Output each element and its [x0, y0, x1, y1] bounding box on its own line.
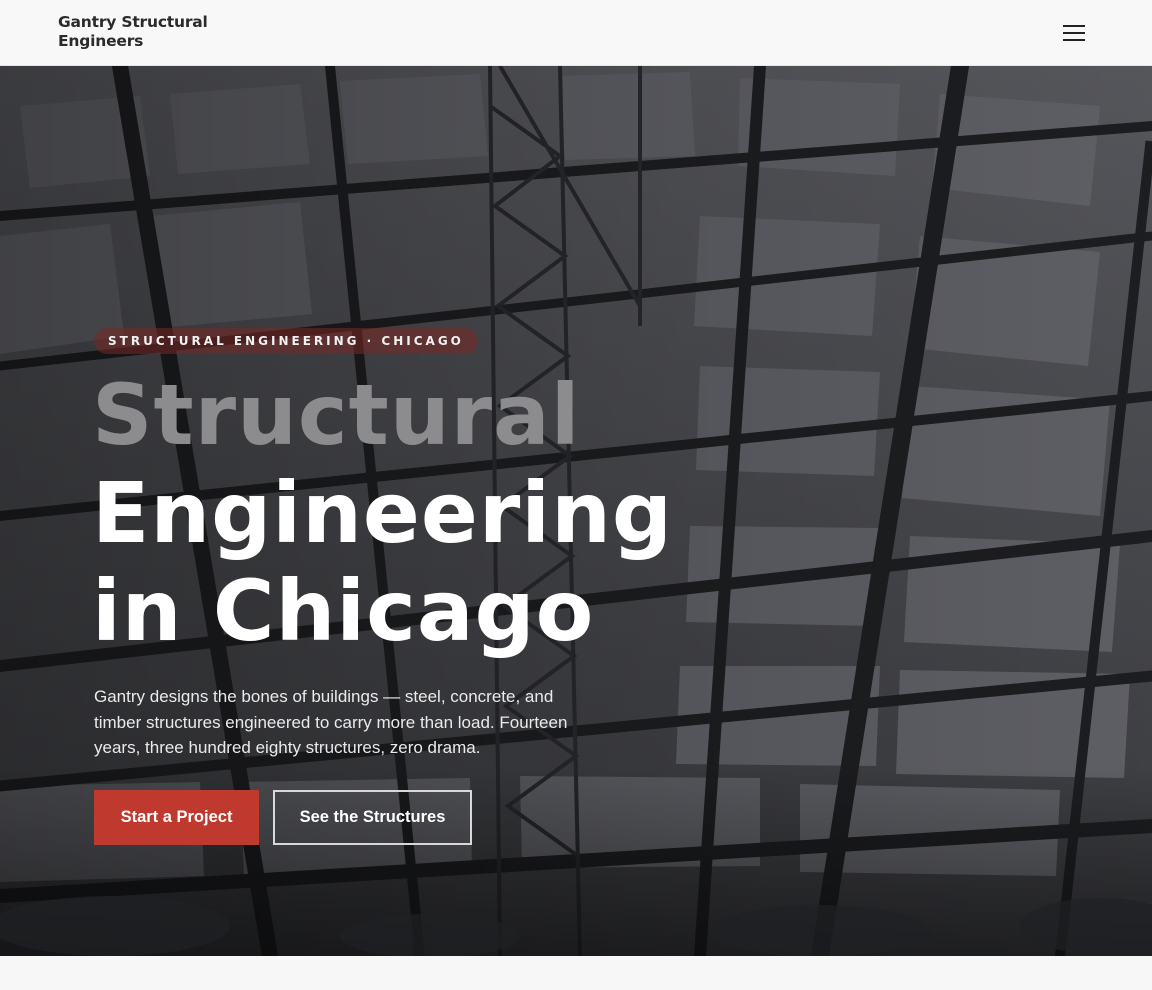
- eyebrow-badge: STRUCTURAL ENGINEERING · CHICAGO: [94, 328, 478, 354]
- hero-section: STRUCTURAL ENGINEERING · CHICAGO Structu…: [0, 66, 1152, 956]
- hero-headline: Structural Engineering in Chicago: [92, 366, 792, 660]
- site-header: Gantry Structural Engineers: [0, 0, 1152, 66]
- hero-description: Gantry designs the bones of buildings — …: [94, 687, 568, 758]
- see-structures-button[interactable]: See the Structures: [273, 790, 472, 845]
- next-section-strip: [0, 956, 1152, 990]
- headline-line-3: in Chicago: [92, 562, 595, 660]
- start-project-button[interactable]: Start a Project: [94, 790, 259, 845]
- site-logo[interactable]: Gantry Structural Engineers: [58, 13, 258, 51]
- headline-line-1: Structural: [92, 366, 581, 464]
- headline-line-2: Engineering: [92, 464, 673, 562]
- hamburger-menu-icon[interactable]: [1060, 20, 1088, 46]
- logo-line-1: Gantry Structural: [58, 13, 208, 31]
- logo-line-2: Engineers: [58, 32, 144, 50]
